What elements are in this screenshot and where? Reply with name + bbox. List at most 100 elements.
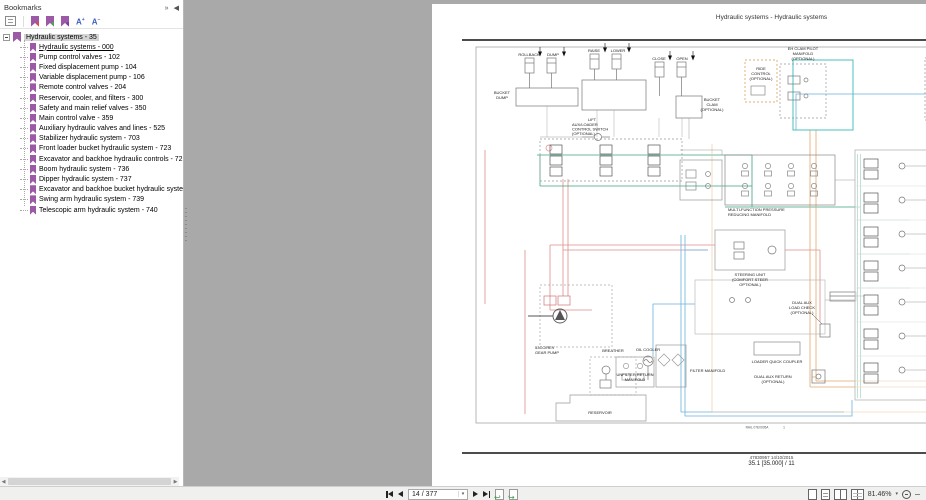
bookmark-item[interactable]: Auxiliary hydraulic valves and lines - 5… [0,124,183,134]
previous-view-icon[interactable] [494,488,504,500]
tree-connector [20,56,28,58]
bookmark-label: Excavator and backhoe hydraulic controls… [39,155,183,163]
bookmark-item[interactable]: Hydraulic systems - 000 [0,42,183,52]
bookmark-purple-icon[interactable] [61,15,69,27]
teal-box [792,59,854,131]
increase-text-size-icon[interactable]: A+ [76,15,85,28]
collapse-panel-icon[interactable]: ◀ [174,5,179,12]
bookmark-icon [13,32,21,42]
bookmark-item[interactable]: Excavator and backhoe hydraulic controls… [0,154,183,164]
bookmark-label: Hydraulic systems - 000 [39,43,114,51]
zoom-out-icon[interactable] [902,489,911,499]
page-dropdown-icon[interactable]: ▾ [458,491,467,497]
continuous-facing-view-icon[interactable] [850,488,864,500]
bookmark-green-icon[interactable] [46,15,54,27]
gray-links [540,118,855,301]
panel-options-icon[interactable]: » [165,5,169,12]
bookmark-item[interactable]: Main control valve - 359 [0,113,183,123]
panel-splitter[interactable] [185,208,187,244]
bookmarks-panel: Bookmarks » ◀ A+ A− Hydraulic systems - … [0,0,184,486]
next-page-button[interactable] [473,491,478,497]
bookmark-item[interactable]: Safety and main relief valves - 350 [0,103,183,113]
next-view-icon[interactable] [508,488,518,500]
page-footer-pagination: 35.1 [35.000] / 11 [748,461,795,467]
previous-page-button[interactable] [398,491,403,497]
schematic-label: (OPTIONAL) [791,310,815,315]
bookmark-item[interactable]: Stabilizer hydraulic system - 703 [0,134,183,144]
bookmark-item[interactable]: Telescopic arm hydraulic system - 740 [0,205,183,215]
bookmark-icon [30,52,36,62]
bookmark-icon [30,93,36,103]
scroll-left-icon[interactable]: ◀ [0,479,7,485]
continuous-view-icon[interactable] [820,488,830,500]
scrollbar-thumb[interactable] [8,478,171,485]
bookmark-label: Stabilizer hydraulic system - 703 [39,135,140,143]
bookmark-red-icon[interactable] [31,15,39,27]
page-number-value: 14 / 377 [412,490,438,498]
page-number-input[interactable]: 14 / 377 ▾ [408,488,468,500]
bookmark-item[interactable]: Variable displacement pump - 106 [0,73,183,83]
red-dot-icon [36,21,39,27]
bookmark-label: Main control valve - 359 [39,114,114,122]
schematic-label: RESERVOIR [588,410,612,415]
view-controls: 81.46% ▾ [807,487,920,500]
bookmark-item[interactable]: Dipper hydraulic system - 737 [0,174,183,185]
schematic-label: (OPTIONAL) [701,107,725,112]
filter-manifold [655,344,687,388]
bookmark-root-label: Hydraulic systems - 35 [24,33,99,41]
last-page-button[interactable] [483,490,490,498]
tree-connector [20,128,28,130]
bookmarks-horizontal-scrollbar[interactable]: ◀ ▶ [0,477,179,486]
schematic-label: OPTIONAL) [739,282,761,287]
bookmark-item[interactable]: Fixed displacement pump - 104 [0,62,183,72]
bookmark-label: Pump control valves - 102 [39,53,120,61]
document-area: Hydraulic systems - Hydraulic systems RO… [185,0,926,486]
decrease-text-size-icon[interactable]: A− [92,15,101,28]
scroll-right-icon[interactable]: ▶ [172,479,179,485]
schematic-label: DUMP [496,95,508,100]
bookmarks-tree: Hydraulic systems - 35 Hydraulic systems… [0,29,183,215]
facing-view-icon[interactable] [833,488,847,500]
bookmark-item[interactable]: Boom hydraulic system - 736 [0,164,183,174]
bookmarks-children: Hydraulic systems - 000 Pump control valv… [0,40,183,215]
tree-connector [20,138,28,140]
schematic-label: REDUCING MANIFOLD [728,212,771,217]
status-bar: 14 / 377 ▾ 81.46% ▾ [0,486,926,500]
bookmark-item[interactable]: Remote control valves - 204 [0,83,183,93]
eh-clam-pilot-manifold [779,63,827,119]
page-title: Hydraulic systems - Hydraulic systems [715,14,828,21]
bookmark-icon [30,103,36,113]
zoom-level[interactable]: 81.46% [868,491,892,498]
zoom-dropdown-icon[interactable]: ▾ [895,491,898,497]
tree-connector [20,209,28,211]
reservoir [555,394,647,422]
single-page-view-icon[interactable] [807,488,817,500]
collapse-minus-icon[interactable] [3,33,10,41]
bookmark-item[interactable]: Excavator and backhoe bucket hydraulic s… [0,185,183,195]
tree-connector [20,97,28,99]
bookmark-item[interactable]: Front loader bucket hydraulic system - 7… [0,144,183,154]
schematic-label: RAISE [588,48,600,53]
tree-connector [20,46,28,48]
first-page-button[interactable] [386,490,393,498]
bookmark-icon [30,83,36,93]
bookmark-item[interactable]: Reservoir, cooler, and filters - 300 [0,93,183,103]
bookmark-root-item[interactable]: Hydraulic systems - 35 [0,32,183,42]
multi-function-pressure-reducing-manifold [679,154,836,206]
bookmark-icon [30,134,36,144]
loader-control-valve [539,138,683,182]
expand-current-bookmark-icon[interactable] [5,16,16,26]
bookmark-item[interactable]: Swing arm hydraulic system - 739 [0,195,183,205]
tree-connector [20,107,28,109]
bookmark-label: Remote control valves - 204 [39,84,127,92]
bookmark-label: Variable displacement pump - 106 [39,74,145,82]
bookmark-label: Fixed displacement pump - 104 [39,63,137,71]
bookmark-label: Excavator and backhoe bucket hydraulic s… [39,186,183,194]
bookmark-icon [30,164,36,174]
bookmark-item[interactable]: Pump control valves - 102 [0,52,183,62]
schematic-label: (OPTIONAL) [750,76,774,81]
zoom-slider[interactable] [915,493,920,495]
bookmark-label: Swing arm hydraulic system - 739 [39,196,145,204]
green-dot-icon [51,21,54,27]
schematic-label: 1 [783,426,785,430]
